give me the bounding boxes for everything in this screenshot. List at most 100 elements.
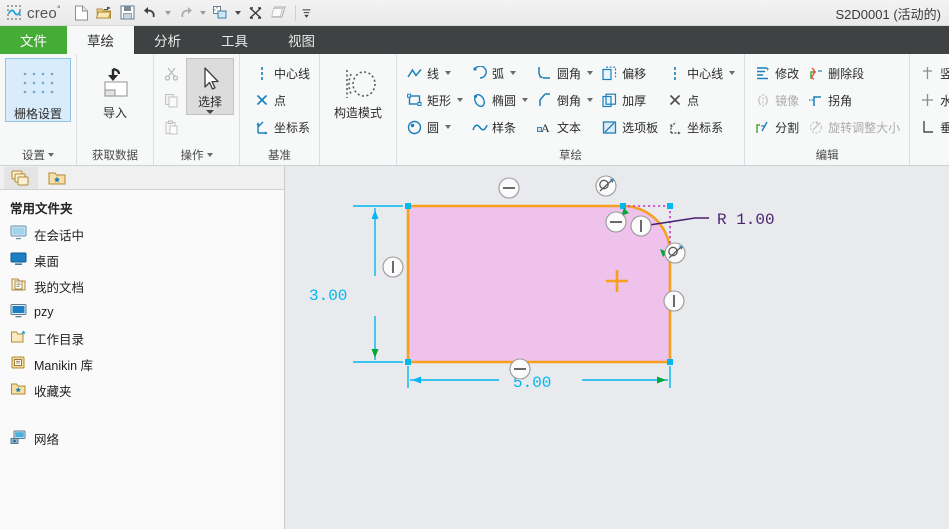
ribbon-group-operations-label[interactable]: 操作 — [154, 144, 239, 165]
tab-sketch[interactable]: 草绘 — [67, 26, 134, 54]
sketch-point-button[interactable]: 点 — [662, 87, 739, 113]
undo-icon[interactable] — [140, 2, 162, 23]
perpendicular-constraint-button[interactable]: 垂直 — [915, 114, 949, 140]
sidebar-tab-favorites[interactable] — [40, 167, 74, 189]
new-document-icon[interactable] — [71, 2, 93, 23]
spline-button[interactable]: 样条 — [467, 114, 532, 140]
chevron-down-icon[interactable] — [522, 98, 529, 102]
tab-view[interactable]: 视图 — [268, 26, 335, 54]
chamfer-button[interactable]: 倒角 — [532, 87, 597, 113]
regenerate-dropdown-caret-icon[interactable] — [233, 2, 244, 23]
rotate-resize-icon — [807, 119, 824, 136]
sketch-csys-button[interactable]: 坐标系 — [662, 114, 739, 140]
save-icon[interactable] — [117, 2, 139, 23]
select-button[interactable]: 选择 — [186, 58, 234, 115]
line-button[interactable]: 线 — [402, 60, 467, 86]
regenerate-icon[interactable] — [210, 2, 232, 23]
vertical-constraint-button[interactable]: 竖直 — [915, 60, 949, 86]
sidebar-item-manikin-library[interactable]: Manikin 库 — [0, 351, 284, 377]
chevron-down-icon[interactable] — [729, 71, 736, 75]
corner-button[interactable]: 拐角 — [803, 87, 904, 113]
sidebar-item-favorites[interactable]: 收藏夹 — [0, 377, 284, 403]
point-icon — [253, 92, 270, 109]
cut-button[interactable] — [159, 60, 184, 86]
sidebar-item-desktop[interactable]: 桌面 — [0, 247, 284, 273]
datum-point-button[interactable]: 点 — [249, 87, 314, 113]
ribbon-tab-bar[interactable]: 文件 草绘 分析 工具 视图 — [0, 26, 949, 54]
ellipse-button[interactable]: 椭圆 — [467, 87, 532, 113]
arc-button[interactable]: 弧 — [467, 60, 532, 86]
sketch-canvas[interactable]: 3.00 5.00 R 1.00 — [285, 166, 949, 529]
document-title: S2D0001 (活动的) — [835, 6, 941, 22]
sketch-graphics[interactable]: 3.00 5.00 R 1.00 — [285, 166, 949, 529]
sidebar-item-label: 收藏夹 — [34, 384, 72, 399]
height-dimension[interactable]: 3.00 — [309, 205, 403, 363]
thicken-button[interactable]: 加厚 — [597, 87, 662, 113]
tangent-constraint-badge[interactable] — [664, 242, 686, 264]
redo-icon[interactable] — [175, 2, 197, 23]
vertical-constraint-badge[interactable] — [382, 256, 404, 278]
library-icon — [10, 355, 27, 373]
datum-csys-button[interactable]: 坐标系 — [249, 114, 314, 140]
grid-settings-button[interactable]: 栅格设置 — [5, 58, 71, 122]
horizontal-constraint-badge[interactable] — [509, 358, 531, 380]
constraint-column-1: 竖直 水平 垂直 — [915, 58, 949, 140]
sidebar-item-working-directory[interactable]: 工作目录 — [0, 325, 284, 351]
horizontal-constraint-button[interactable]: 水平 — [915, 87, 949, 113]
horizontal-constraint-badge[interactable] — [498, 177, 520, 199]
coordinate-system-icon — [666, 119, 683, 136]
circle-button[interactable]: 圆 — [402, 114, 467, 140]
horizontal-constraint-icon — [919, 92, 936, 109]
sidebar-item-network[interactable]: 网络 — [0, 425, 284, 451]
window-icon[interactable] — [268, 2, 290, 23]
palette-button[interactable]: 选项板 — [597, 114, 662, 140]
ribbon-group-constraints: 竖直 水平 垂直 — [910, 54, 949, 165]
tab-tools[interactable]: 工具 — [201, 26, 268, 54]
sidebar-item-pzy[interactable]: pzy — [0, 299, 284, 325]
vertical-constraint-badge[interactable] — [663, 290, 685, 312]
ribbon-group-settings-label[interactable]: 设置 — [0, 144, 76, 165]
select-dropdown-caret-icon[interactable] — [206, 110, 214, 114]
import-button[interactable]: 导入 — [82, 58, 148, 120]
sidebar-tab-strip[interactable] — [0, 166, 284, 190]
ribbon-group-constraints-label[interactable]: 约束 — [910, 144, 949, 165]
width-dimension[interactable]: 5.00 — [407, 366, 671, 392]
tab-analysis[interactable]: 分析 — [134, 26, 201, 54]
tangent-constraint-badge[interactable] — [595, 175, 617, 197]
mirror-button[interactable]: 镜像 — [750, 87, 803, 113]
close-window-icon[interactable] — [245, 2, 267, 23]
sketch-centerline-button[interactable]: 中心线 — [662, 60, 739, 86]
ribbon-group-edit: 修改 镜像 分割 删除段 拐角 旋转调整大小 编辑 — [745, 54, 911, 165]
paste-button[interactable] — [159, 114, 184, 140]
text-button[interactable]: A 文本 — [532, 114, 597, 140]
sketch-point-label: 点 — [687, 93, 700, 108]
divide-icon — [754, 119, 771, 136]
vertical-constraint-badge[interactable] — [630, 215, 652, 237]
chevron-down-icon[interactable] — [445, 125, 452, 129]
chevron-down-icon[interactable] — [587, 71, 594, 75]
datum-centerline-button[interactable]: 中心线 — [249, 60, 314, 86]
horizontal-constraint-badge[interactable] — [605, 211, 627, 233]
construction-mode-button[interactable]: 构造模式 — [325, 58, 391, 120]
delete-segment-button[interactable]: 删除段 — [803, 60, 904, 86]
copy-button[interactable] — [159, 87, 184, 113]
redo-dropdown-caret-icon[interactable] — [198, 2, 209, 23]
customize-toolbar-icon[interactable] — [301, 2, 312, 23]
sidebar-item-in-session[interactable]: 在会话中 — [0, 221, 284, 247]
chevron-down-icon[interactable] — [510, 71, 517, 75]
chevron-down-icon[interactable] — [457, 98, 464, 102]
tab-file[interactable]: 文件 — [0, 26, 67, 54]
modify-button[interactable]: 修改 — [750, 60, 803, 86]
chevron-down-icon[interactable] — [445, 71, 452, 75]
quick-access-toolbar[interactable] — [71, 2, 312, 23]
fillet-button[interactable]: 圆角 — [532, 60, 597, 86]
offset-button[interactable]: 偏移 — [597, 60, 662, 86]
sidebar-item-my-documents[interactable]: 我的文档 — [0, 273, 284, 299]
open-file-icon[interactable] — [94, 2, 116, 23]
rotate-resize-button[interactable]: 旋转调整大小 — [803, 114, 904, 140]
rectangle-button[interactable]: 矩形 — [402, 87, 467, 113]
undo-dropdown-caret-icon[interactable] — [163, 2, 174, 23]
chevron-down-icon[interactable] — [587, 98, 594, 102]
sidebar-tab-folders[interactable] — [4, 167, 38, 189]
divide-button[interactable]: 分割 — [750, 114, 803, 140]
